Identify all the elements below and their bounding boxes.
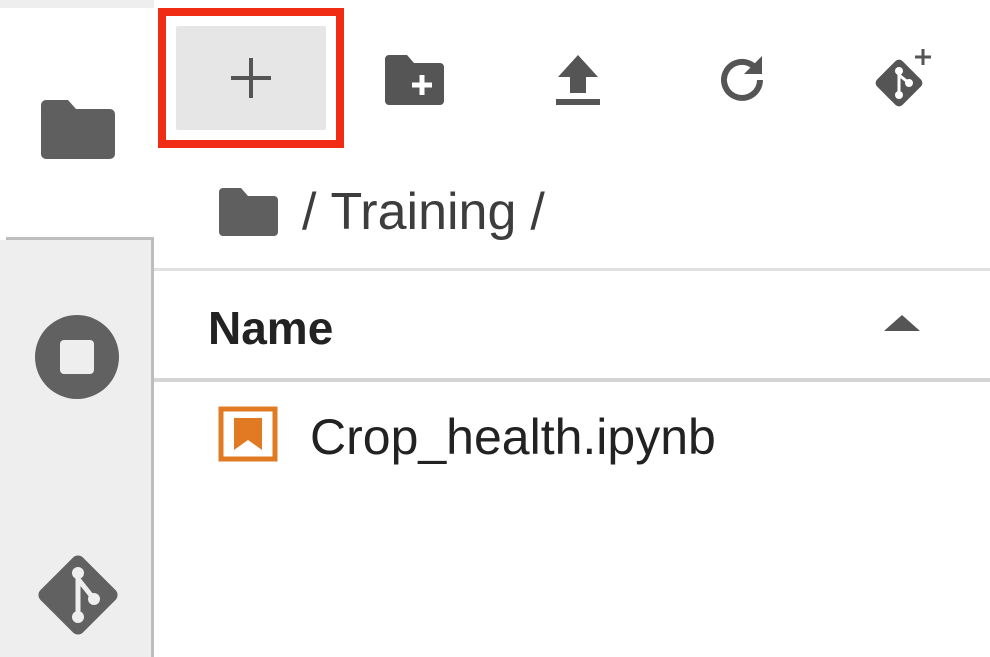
breadcrumb-item-training[interactable]: Training [330, 182, 516, 242]
breadcrumb-home-folder-icon[interactable] [218, 186, 280, 238]
activity-tab-file-browser[interactable] [0, 8, 154, 240]
git-clone-button[interactable] [860, 38, 944, 122]
new-launcher-button[interactable] [158, 8, 344, 148]
new-folder-button[interactable] [372, 40, 458, 120]
list-header-bottom-border [154, 378, 990, 382]
git-icon[interactable] [32, 549, 124, 641]
column-header-name[interactable]: Name [208, 301, 333, 355]
file-name: Crop_health.ipynb [310, 409, 716, 465]
activity-divider [6, 237, 154, 240]
breadcrumb-trailing-separator: / [530, 183, 545, 241]
upload-files-button[interactable] [536, 38, 620, 122]
git-clone-icon [875, 49, 931, 107]
jupyterlab-file-browser-panel: / Training / Name Crop_health.ipynb [0, 0, 990, 657]
breadcrumb: / Training / [218, 180, 545, 244]
plus-icon [231, 58, 271, 98]
new-launcher-inner [176, 26, 326, 130]
file-list-header: Name [154, 271, 990, 379]
folder-plus-icon [385, 55, 444, 105]
sort-ascending-icon[interactable] [884, 315, 920, 331]
refresh-icon [721, 56, 763, 101]
file-list-item[interactable]: Crop_health.ipynb [154, 392, 990, 492]
stop-circle-icon[interactable] [33, 313, 121, 401]
breadcrumb-separator: / [302, 183, 317, 241]
refresh-file-list-button[interactable] [700, 38, 784, 122]
upload-icon [556, 55, 600, 105]
folder-icon [41, 100, 115, 159]
notebook-icon [218, 406, 278, 462]
